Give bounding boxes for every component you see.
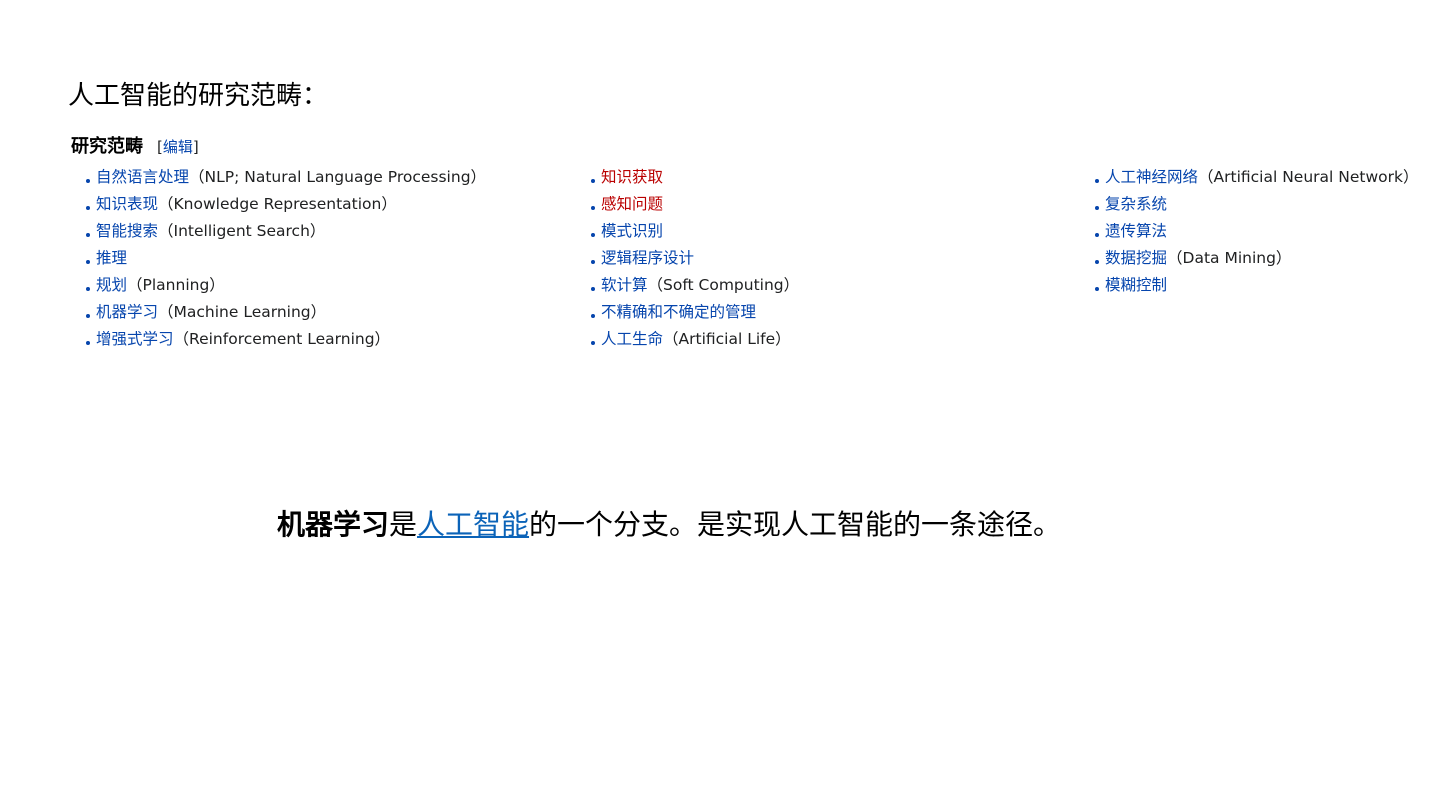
edit-bracket-close: ] — [192, 138, 199, 156]
edit-section: [编辑] — [157, 136, 199, 157]
bullet-icon — [591, 259, 595, 264]
topic-list-column-1: 自然语言处理 （NLP; Natural Language Processing）… — [86, 164, 486, 353]
sentence-text: 的一个分支。是实现人工智能的一条途径。 — [529, 508, 1062, 541]
bullet-icon — [1095, 205, 1099, 210]
section-header: 研究范畴 [编辑] — [71, 132, 199, 157]
bullet-icon — [591, 286, 595, 291]
list-item: 知识获取 — [591, 164, 799, 191]
topic-link[interactable]: 规划 — [96, 273, 127, 298]
list-item: 软计算 （Soft Computing） — [591, 272, 799, 299]
bullet-icon — [591, 178, 595, 183]
list-item: 逻辑程序设计 — [591, 245, 799, 272]
bullet-icon — [591, 232, 595, 237]
topic-link-missing[interactable]: 知识获取 — [601, 165, 663, 190]
topic-link[interactable]: 逻辑程序设计 — [601, 246, 694, 271]
bullet-icon — [86, 205, 90, 210]
topic-link[interactable]: 软计算 — [601, 273, 648, 298]
topic-link[interactable]: 模糊控制 — [1105, 273, 1167, 298]
bullet-icon — [1095, 259, 1099, 264]
list-item: 感知问题 — [591, 191, 799, 218]
list-item: 模糊控制 — [1095, 272, 1418, 299]
topic-english: （Machine Learning） — [158, 303, 327, 321]
bullet-icon — [86, 313, 90, 318]
topic-link[interactable]: 知识表现 — [96, 192, 158, 217]
topic-link[interactable]: 机器学习 — [96, 300, 158, 325]
topic-link[interactable]: 遗传算法 — [1105, 219, 1167, 244]
bullet-icon — [1095, 286, 1099, 291]
bullet-icon — [86, 259, 90, 264]
list-item: 机器学习 （Machine Learning） — [86, 299, 486, 326]
bullet-icon — [591, 340, 595, 345]
bullet-icon — [591, 205, 595, 210]
bullet-icon — [591, 313, 595, 318]
topic-link[interactable]: 推理 — [96, 246, 127, 271]
ai-link[interactable]: 人工智能 — [417, 508, 529, 541]
list-item: 遗传算法 — [1095, 218, 1418, 245]
topic-english: （Knowledge Representation） — [158, 195, 397, 213]
list-item: 自然语言处理 （NLP; Natural Language Processing） — [86, 164, 486, 191]
list-item: 模式识别 — [591, 218, 799, 245]
topic-link[interactable]: 不精确和不确定的管理 — [601, 300, 756, 325]
sentence-term: 机器学习 — [277, 508, 390, 541]
bullet-icon — [86, 286, 90, 291]
bullet-icon — [86, 232, 90, 237]
definition-sentence: 机器学习是人工智能的一个分支。是实现人工智能的一条途径。 — [277, 505, 1061, 545]
topic-link[interactable]: 复杂系统 — [1105, 192, 1167, 217]
topic-link[interactable]: 数据挖掘 — [1105, 246, 1167, 271]
bullet-icon — [86, 178, 90, 183]
topic-link[interactable]: 模式识别 — [601, 219, 663, 244]
topic-link[interactable]: 人工神经网络 — [1105, 165, 1198, 190]
topic-english: （Soft Computing） — [647, 276, 800, 294]
bullet-icon — [1095, 232, 1099, 237]
list-item: 推理 — [86, 245, 486, 272]
list-item: 人工神经网络 （Artificial Neural Network） — [1095, 164, 1418, 191]
topic-english: （Planning） — [127, 276, 225, 294]
topic-link[interactable]: 智能搜索 — [96, 219, 158, 244]
topic-english: （Data Mining） — [1167, 249, 1292, 267]
topic-list-column-2: 知识获取 感知问题 模式识别 逻辑程序设计 软计算 （Soft Computing… — [591, 164, 799, 353]
topic-english: （Reinforcement Learning） — [173, 330, 391, 348]
topic-english: （Artificial Life） — [663, 330, 791, 348]
bullet-icon — [86, 340, 90, 345]
list-item: 知识表现 （Knowledge Representation） — [86, 191, 486, 218]
topic-english: （Artificial Neural Network） — [1198, 168, 1419, 186]
list-item: 不精确和不确定的管理 — [591, 299, 799, 326]
list-item: 智能搜索 （Intelligent Search） — [86, 218, 486, 245]
list-item: 增强式学习 （Reinforcement Learning） — [86, 326, 486, 353]
topic-english: （Intelligent Search） — [158, 222, 326, 240]
topic-list-column-3: 人工神经网络 （Artificial Neural Network） 复杂系统 遗… — [1095, 164, 1418, 299]
edit-link[interactable]: 编辑 — [163, 138, 193, 156]
bullet-icon — [1095, 178, 1099, 183]
topic-link[interactable]: 人工生命 — [601, 327, 663, 352]
topic-english: （NLP; Natural Language Processing） — [189, 168, 487, 186]
topic-link[interactable]: 增强式学习 — [96, 327, 174, 352]
list-item: 规划 （Planning） — [86, 272, 486, 299]
sentence-text: 是 — [389, 508, 418, 541]
list-item: 复杂系统 — [1095, 191, 1418, 218]
topic-link-missing[interactable]: 感知问题 — [601, 192, 663, 217]
list-item: 数据挖掘 （Data Mining） — [1095, 245, 1418, 272]
section-title: 研究范畴 — [71, 136, 143, 157]
list-item: 人工生命 （Artificial Life） — [591, 326, 799, 353]
topic-link[interactable]: 自然语言处理 — [96, 165, 189, 190]
page-heading: 人工智能的研究范畴： — [68, 81, 329, 111]
